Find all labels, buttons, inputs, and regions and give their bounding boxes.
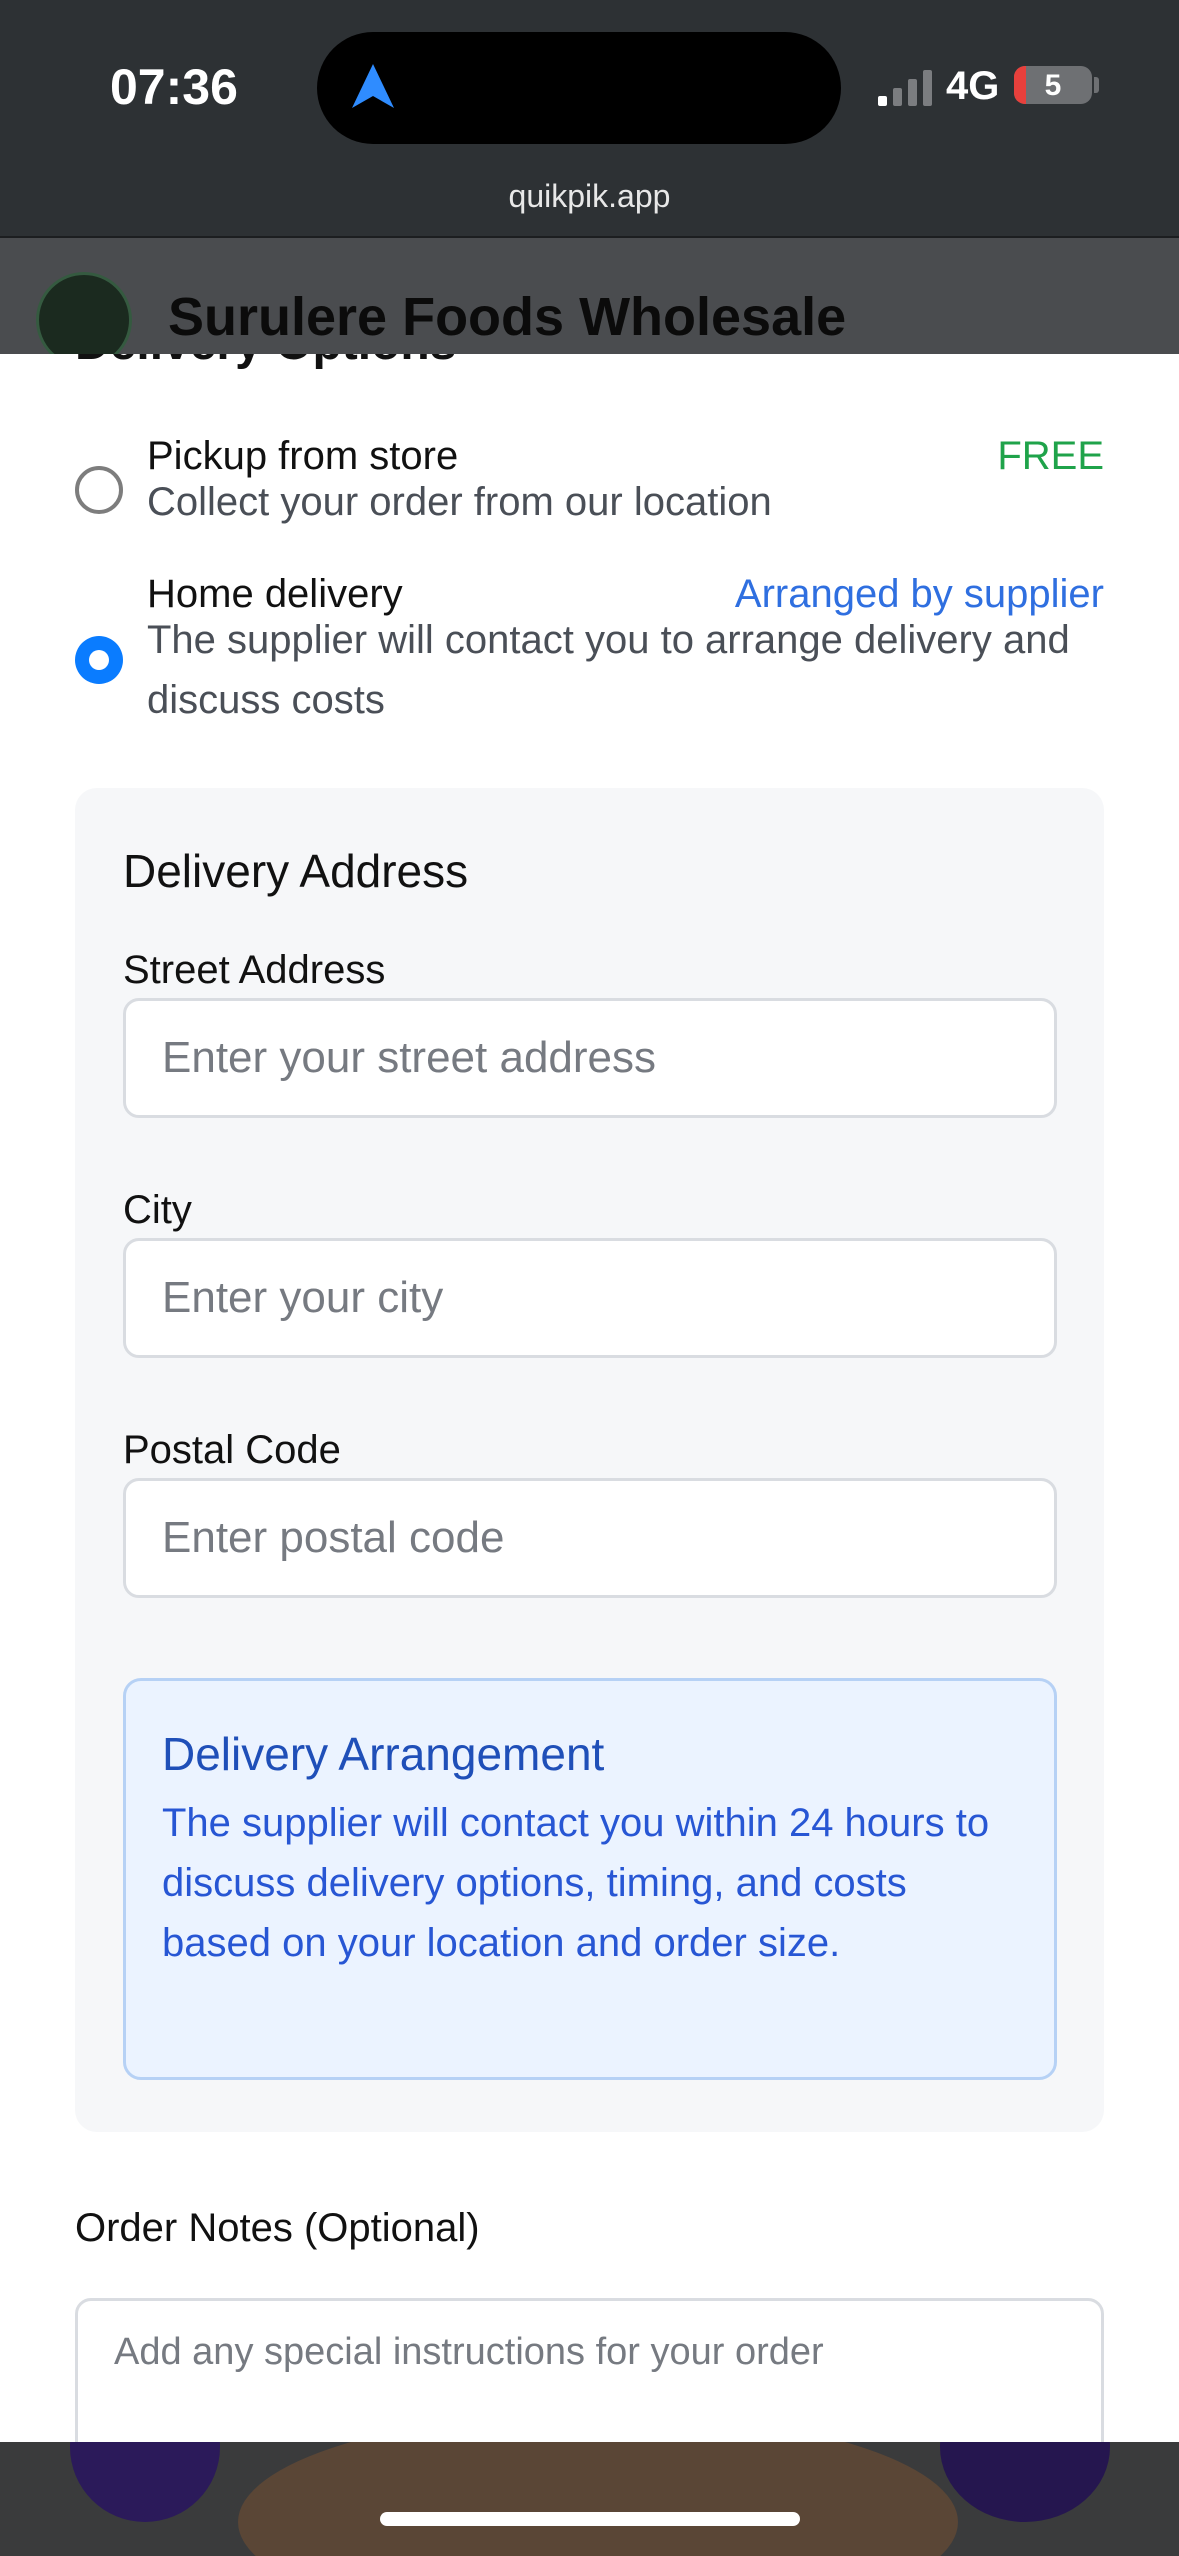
store-name: Surulere Foods Wholesale: [168, 287, 847, 347]
order-notes-label: Order Notes (Optional): [75, 2206, 480, 2250]
battery-tip: [1094, 77, 1099, 93]
postal-code-label: Postal Code: [123, 1428, 341, 1472]
background-button: [70, 2442, 220, 2522]
street-address-input[interactable]: [123, 998, 1057, 1118]
city-input[interactable]: [123, 1238, 1057, 1358]
status-time: 07:36: [110, 59, 238, 115]
delivery-arrangement-text: The supplier will contact you within 24 …: [162, 1801, 990, 1965]
home-indicator[interactable]: [380, 2512, 800, 2526]
delivery-options-title: Delivery Options: [75, 354, 456, 371]
delivery-address-card: Delivery Address Street Address City Pos…: [75, 788, 1104, 2132]
street-address-label: Street Address: [123, 948, 386, 992]
pickup-radio[interactable]: [75, 466, 123, 514]
checkout-modal: Delivery Options Pickup from store FREE …: [0, 354, 1179, 2442]
pickup-description: Collect your order from our location: [147, 480, 772, 524]
home-delivery-radio[interactable]: [75, 636, 123, 684]
location-arrow-icon: [352, 64, 394, 108]
battery-icon: 5: [1014, 66, 1092, 104]
url-text: quikpik.app: [508, 178, 671, 214]
order-notes-input[interactable]: [75, 2298, 1104, 2442]
home-delivery-description: The supplier will contact you to arrange…: [147, 618, 1070, 722]
cellular-signal-icon: [878, 70, 932, 106]
status-bar: 07:36 4G 5: [0, 0, 1179, 170]
product-image: [238, 2442, 958, 2556]
delivery-arrangement-info: Delivery Arrangement The supplier will c…: [123, 1678, 1057, 2080]
delivery-arrangement-title: Delivery Arrangement: [162, 1728, 605, 1780]
network-type: 4G: [946, 64, 1000, 108]
battery-percentage: 5: [1044, 69, 1062, 102]
store-header: Surulere Foods Wholesale: [0, 238, 1179, 368]
city-label: City: [123, 1188, 192, 1232]
pickup-price: FREE: [997, 434, 1104, 478]
background-button: [940, 2442, 1110, 2522]
url-bar[interactable]: quikpik.app: [0, 170, 1179, 238]
postal-code-input[interactable]: [123, 1478, 1057, 1598]
background-content: [0, 2442, 1179, 2556]
delivery-address-title: Delivery Address: [123, 845, 469, 897]
